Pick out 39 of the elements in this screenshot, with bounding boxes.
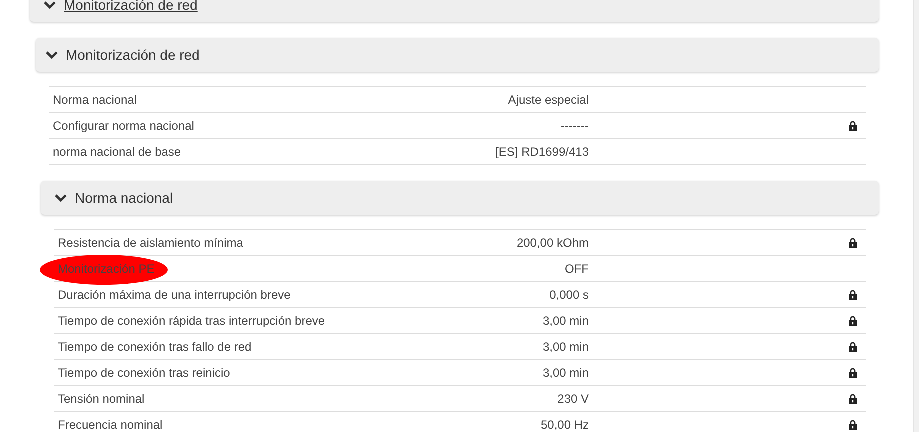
parameter-label: Resistencia de aislamiento mínima	[58, 236, 244, 250]
parameter-value: 230 V	[558, 392, 589, 406]
parameter-label: Frecuencia nominal	[58, 418, 163, 432]
parameter-label: norma nacional de base	[53, 144, 182, 158]
parameter-label: Monitorización PE	[58, 262, 155, 276]
lock-icon	[849, 342, 857, 352]
parameter-value: 3,00 min	[542, 314, 589, 328]
parameter-value: 0,000 s	[550, 288, 589, 302]
lock-icon	[849, 394, 857, 404]
parameter-label: Tiempo de conexión rápida tras interrupción breve	[58, 314, 326, 328]
chevron-icon	[46, 51, 58, 59]
parameter-label: Tiempo de conexión tras reinicio	[58, 366, 230, 380]
parameter-value: 50,00 Hz	[540, 418, 589, 432]
parameter-label: Tensión nominal	[58, 392, 145, 406]
lock-icon	[849, 120, 857, 130]
panel-title-link[interactable]: Monitorización de red	[64, 0, 198, 13]
parameter-label: Duración máxima de una interrupción breve	[58, 288, 291, 302]
parameter-value: [ES] RD1699/413	[496, 144, 589, 158]
section-header[interactable]: Monitorización de red	[36, 38, 879, 72]
parameter-value: -------	[561, 118, 589, 132]
section-header[interactable]: Norma nacional	[41, 181, 879, 215]
lock-icon	[849, 420, 857, 430]
panel-header[interactable]: Monitorización de red	[30, 0, 879, 22]
parameter-label: Tiempo de conexión tras fallo de red	[58, 340, 252, 354]
parameter-label: Configurar norma nacional	[53, 118, 194, 132]
parameter-value: Ajuste especial	[508, 92, 589, 106]
chevron-icon	[55, 194, 67, 202]
section-title: Norma nacional	[75, 190, 174, 206]
parameter-value: 3,00 min	[542, 340, 589, 354]
parameter-value: OFF	[565, 262, 589, 276]
lock-icon	[849, 238, 857, 248]
lock-icon	[849, 316, 857, 326]
parameter-value: 200,00 kOhm	[516, 236, 589, 250]
lock-icon	[849, 290, 857, 300]
section-title: Monitorización de red	[66, 47, 200, 63]
parameter-value: 3,00 min	[542, 366, 589, 380]
chevron-icon	[44, 1, 56, 9]
lock-icon	[849, 368, 857, 378]
parameter-label: Norma nacional	[53, 92, 138, 106]
